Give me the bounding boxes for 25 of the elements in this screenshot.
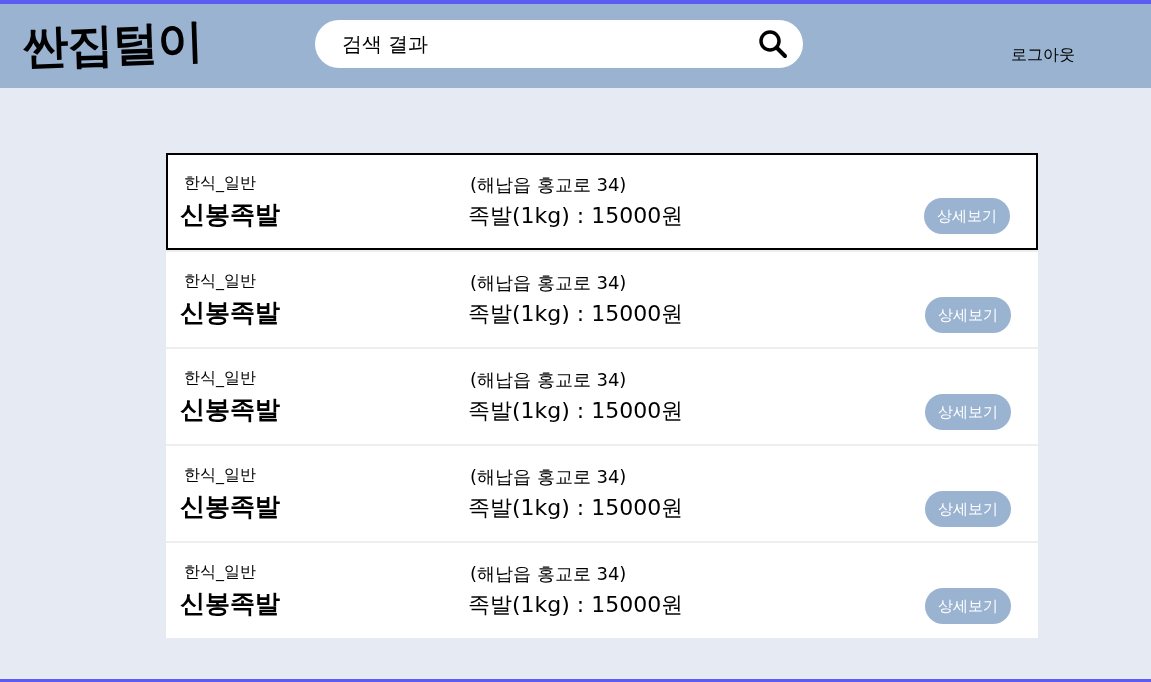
result-row-selected[interactable]: 한식_일반 신봉족발 (해납읍 홍교로 34) 족발(1kg) : 15000원 상세보기: [166, 153, 1038, 250]
restaurant-name: 신봉족발: [180, 393, 280, 426]
menu-price: 족발(1kg) : 15000원: [468, 201, 684, 230]
address-text: (해납읍 홍교로 34): [470, 464, 627, 489]
menu-price: 족발(1kg) : 15000원: [468, 493, 684, 522]
category-label: 한식_일반: [184, 172, 256, 194]
category-label: 한식_일반: [184, 464, 256, 486]
category-label: 한식_일반: [184, 270, 256, 292]
restaurant-name: 신봉족발: [180, 296, 280, 329]
menu-price: 족발(1kg) : 15000원: [468, 299, 684, 328]
restaurant-name: 신봉족발: [180, 587, 280, 620]
menu-price: 족발(1kg) : 15000원: [468, 396, 684, 425]
category-label: 한식_일반: [184, 367, 256, 389]
search-field[interactable]: 검색 결과: [315, 20, 803, 68]
category-label: 한식_일반: [184, 561, 256, 583]
address-text: (해납읍 홍교로 34): [470, 367, 627, 392]
restaurant-name: 신봉족발: [180, 198, 280, 231]
address-text: (해납읍 홍교로 34): [470, 561, 627, 586]
search-icon[interactable]: [757, 28, 789, 60]
restaurant-name: 신봉족발: [180, 490, 280, 523]
address-text: (해납읍 홍교로 34): [470, 172, 627, 197]
menu-price: 족발(1kg) : 15000원: [468, 590, 684, 619]
logout-link[interactable]: 로그아웃: [1011, 44, 1075, 66]
logo: 싼집털이: [21, 14, 203, 74]
address-text: (해납읍 홍교로 34): [470, 270, 627, 295]
